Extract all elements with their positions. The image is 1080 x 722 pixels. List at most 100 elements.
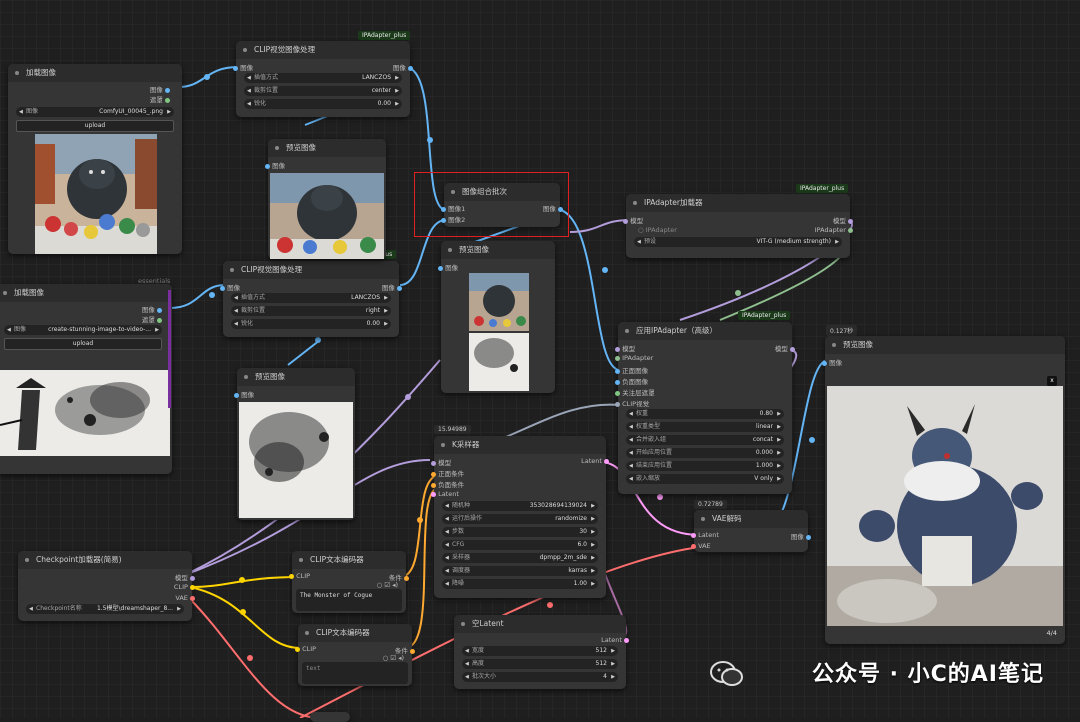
arrow-right-icon[interactable]: ▶	[777, 448, 781, 458]
node-title[interactable]: 预览图像	[825, 336, 1065, 354]
image-socket-icon[interactable]	[615, 368, 620, 374]
node-title[interactable]: 空Latent	[454, 615, 626, 633]
image-file-select[interactable]: ◀ 图像 ComfyUI_00045_.png ▶	[16, 107, 174, 117]
checkpoint-name-select[interactable]: ◀ Checkpoint名称 1.5模型\dreamshaper_8... ▶	[26, 604, 184, 614]
output-mask[interactable]: 遮罩	[150, 94, 170, 104]
image-socket-icon[interactable]	[265, 163, 270, 169]
clip-socket-icon[interactable]	[289, 573, 294, 579]
arrow-right-icon[interactable]: ▶	[167, 107, 171, 117]
clip-socket-icon[interactable]	[295, 646, 300, 652]
combine-embeds-select[interactable]: ◀ 合并嵌入组 concat ▶	[626, 435, 784, 445]
preview-image-node-4[interactable]: 预览图像 图像 x 4/4	[822, 336, 1065, 644]
arrow-left-icon[interactable]: ◀	[7, 325, 11, 335]
arrow-left-icon[interactable]: ◀	[29, 604, 33, 614]
image-socket-icon[interactable]	[220, 285, 225, 291]
steps-number[interactable]: ◀ 步数 30 ▶	[442, 527, 598, 537]
negative-prompt-textarea[interactable]: text	[302, 662, 408, 684]
offscreen-node[interactable]	[310, 712, 350, 722]
output-image[interactable]: 图像	[393, 62, 413, 72]
input-clip[interactable]: CLIP	[289, 572, 310, 580]
arrow-right-icon[interactable]: ▶	[777, 422, 781, 432]
preset-select[interactable]: ◀ 预设 VIT-G (medium strength) ▶	[634, 237, 842, 247]
output-clip[interactable]: CLIP	[174, 583, 195, 591]
arrow-left-icon[interactable]: ◀	[445, 527, 449, 537]
arrow-left-icon[interactable]: ◀	[465, 672, 469, 682]
input-positive-image[interactable]: 正面图像	[615, 365, 648, 375]
node-title[interactable]: 预览图像	[237, 368, 355, 386]
arrow-left-icon[interactable]: ◀	[629, 474, 633, 484]
empty-latent-node[interactable]: 空Latent Latent ◀ 宽度 512 ▶ ◀ 高度 512 ▶ ◀ 批次大小 4 ▶	[454, 615, 629, 689]
node-title[interactable]: K采样器	[434, 436, 606, 454]
output-image[interactable]: 图像	[382, 282, 402, 292]
arrow-left-icon[interactable]: ◀	[629, 461, 633, 471]
node-title[interactable]: Checkpoint加载器(简易)	[18, 551, 192, 569]
text-toolbar-icons[interactable]: ○ ☑ ◂)	[377, 581, 398, 589]
node-title[interactable]: 预览图像	[441, 241, 555, 259]
arrow-left-icon[interactable]: ◀	[247, 86, 251, 96]
output-vae[interactable]: VAE	[175, 594, 195, 602]
input-ipadapter[interactable]: IPAdapter	[615, 354, 653, 362]
input-attn-mask[interactable]: 关注层遮罩	[615, 387, 655, 397]
ipadapter-socket-icon[interactable]	[848, 227, 853, 233]
arrow-left-icon[interactable]: ◀	[247, 99, 251, 109]
interpolation-select[interactable]: ◀ 插值方式 LANCZOS ▶	[231, 293, 391, 303]
input-vae[interactable]: VAE	[691, 542, 711, 550]
arrow-right-icon[interactable]: ▶	[611, 672, 615, 682]
arrow-left-icon[interactable]: ◀	[629, 435, 633, 445]
scheduler-select[interactable]: ◀ 调度器 karras ▶	[442, 566, 598, 576]
arrow-right-icon[interactable]: ▶	[395, 99, 399, 109]
close-icon[interactable]: x	[1047, 376, 1057, 386]
arrow-right-icon[interactable]: ▶	[591, 579, 595, 589]
image-socket-icon[interactable]	[806, 534, 811, 540]
sharpen-number[interactable]: ◀ 锐化 0.00 ▶	[231, 319, 391, 329]
arrow-left-icon[interactable]: ◀	[234, 306, 238, 316]
ipadapter-loader-node[interactable]: IPAdapter加载器 模型 模型 IPAdapter ○ IPAdapter…	[623, 194, 853, 258]
latent-socket-icon[interactable]	[691, 532, 696, 538]
arrow-right-icon[interactable]: ▶	[177, 604, 181, 614]
arrow-right-icon[interactable]: ▶	[591, 553, 595, 563]
arrow-left-icon[interactable]: ◀	[629, 422, 633, 432]
preview-image-node-2[interactable]: 预览图像 图像	[438, 241, 555, 393]
node-title[interactable]: CLIP文本编码器	[292, 551, 406, 569]
image-socket-icon[interactable]	[157, 307, 162, 313]
clip-vision-process-node-1[interactable]: CLIP视觉图像处理 图像 图像 ◀ 插值方式 LANCZOS ▶ ◀ 裁剪位置 cent…	[233, 41, 413, 117]
crop-position-select[interactable]: ◀ 裁剪位置 center ▶	[244, 86, 402, 96]
output-image[interactable]: 图像	[142, 304, 162, 314]
model-socket-icon[interactable]	[431, 460, 436, 466]
control-after-generate-select[interactable]: ◀ 运行后操作 randomize ▶	[442, 514, 598, 524]
prompt-textarea[interactable]: The Monster of Cogue	[296, 589, 402, 611]
output-model[interactable]: 模型	[175, 572, 195, 582]
clip-text-encode-positive-node[interactable]: CLIP文本编码器 CLIP 条件 ○ ☑ ◂) The Monster of …	[289, 551, 409, 613]
sampler-select[interactable]: ◀ 采样器 dpmpp_2m_sde ▶	[442, 553, 598, 563]
embeds-scaling-select[interactable]: ◀ 嵌入缩放 V only ▶	[626, 474, 784, 484]
arrow-left-icon[interactable]: ◀	[445, 501, 449, 511]
output-image[interactable]: 图像	[791, 531, 811, 541]
output-mask[interactable]: 遮罩	[142, 314, 162, 324]
weight-number[interactable]: ◀ 权重 0.80 ▶	[626, 409, 784, 419]
clip-text-encode-negative-node[interactable]: CLIP文本编码器 CLIP 条件 ○ ☑ ◂) text	[295, 624, 415, 686]
input-image[interactable]: 图像	[822, 357, 842, 367]
arrow-left-icon[interactable]: ◀	[234, 293, 238, 303]
denoise-number[interactable]: ◀ 降噪 1.00 ▶	[442, 579, 598, 589]
arrow-left-icon[interactable]: ◀	[19, 107, 23, 117]
output-latent[interactable]: Latent	[601, 636, 629, 644]
arrow-right-icon[interactable]: ▶	[835, 237, 839, 247]
model-socket-icon[interactable]	[190, 575, 195, 581]
crop-position-select[interactable]: ◀ 裁剪位置 right ▶	[231, 306, 391, 316]
arrow-left-icon[interactable]: ◀	[629, 448, 633, 458]
clip-vision-socket-icon[interactable]	[615, 401, 620, 407]
output-model[interactable]: 模型	[775, 343, 795, 353]
image-socket-icon[interactable]	[233, 65, 238, 71]
image-file-select[interactable]: ◀ 图像 create-stunning-image-to-video-... ▶	[4, 325, 162, 335]
arrow-right-icon[interactable]: ▶	[591, 514, 595, 524]
node-title[interactable]: 加载图像	[8, 64, 182, 82]
node-title[interactable]: CLIP视觉图像处理	[223, 261, 399, 279]
arrow-right-icon[interactable]: ▶	[591, 501, 595, 511]
input-latent[interactable]: Latent	[691, 531, 719, 539]
input-model[interactable]: 模型	[623, 215, 643, 225]
output-latent[interactable]: Latent	[581, 457, 609, 465]
arrow-left-icon[interactable]: ◀	[445, 566, 449, 576]
arrow-left-icon[interactable]: ◀	[465, 659, 469, 669]
conditioning-socket-icon[interactable]	[410, 648, 415, 654]
conditioning-socket-icon[interactable]	[431, 471, 436, 477]
